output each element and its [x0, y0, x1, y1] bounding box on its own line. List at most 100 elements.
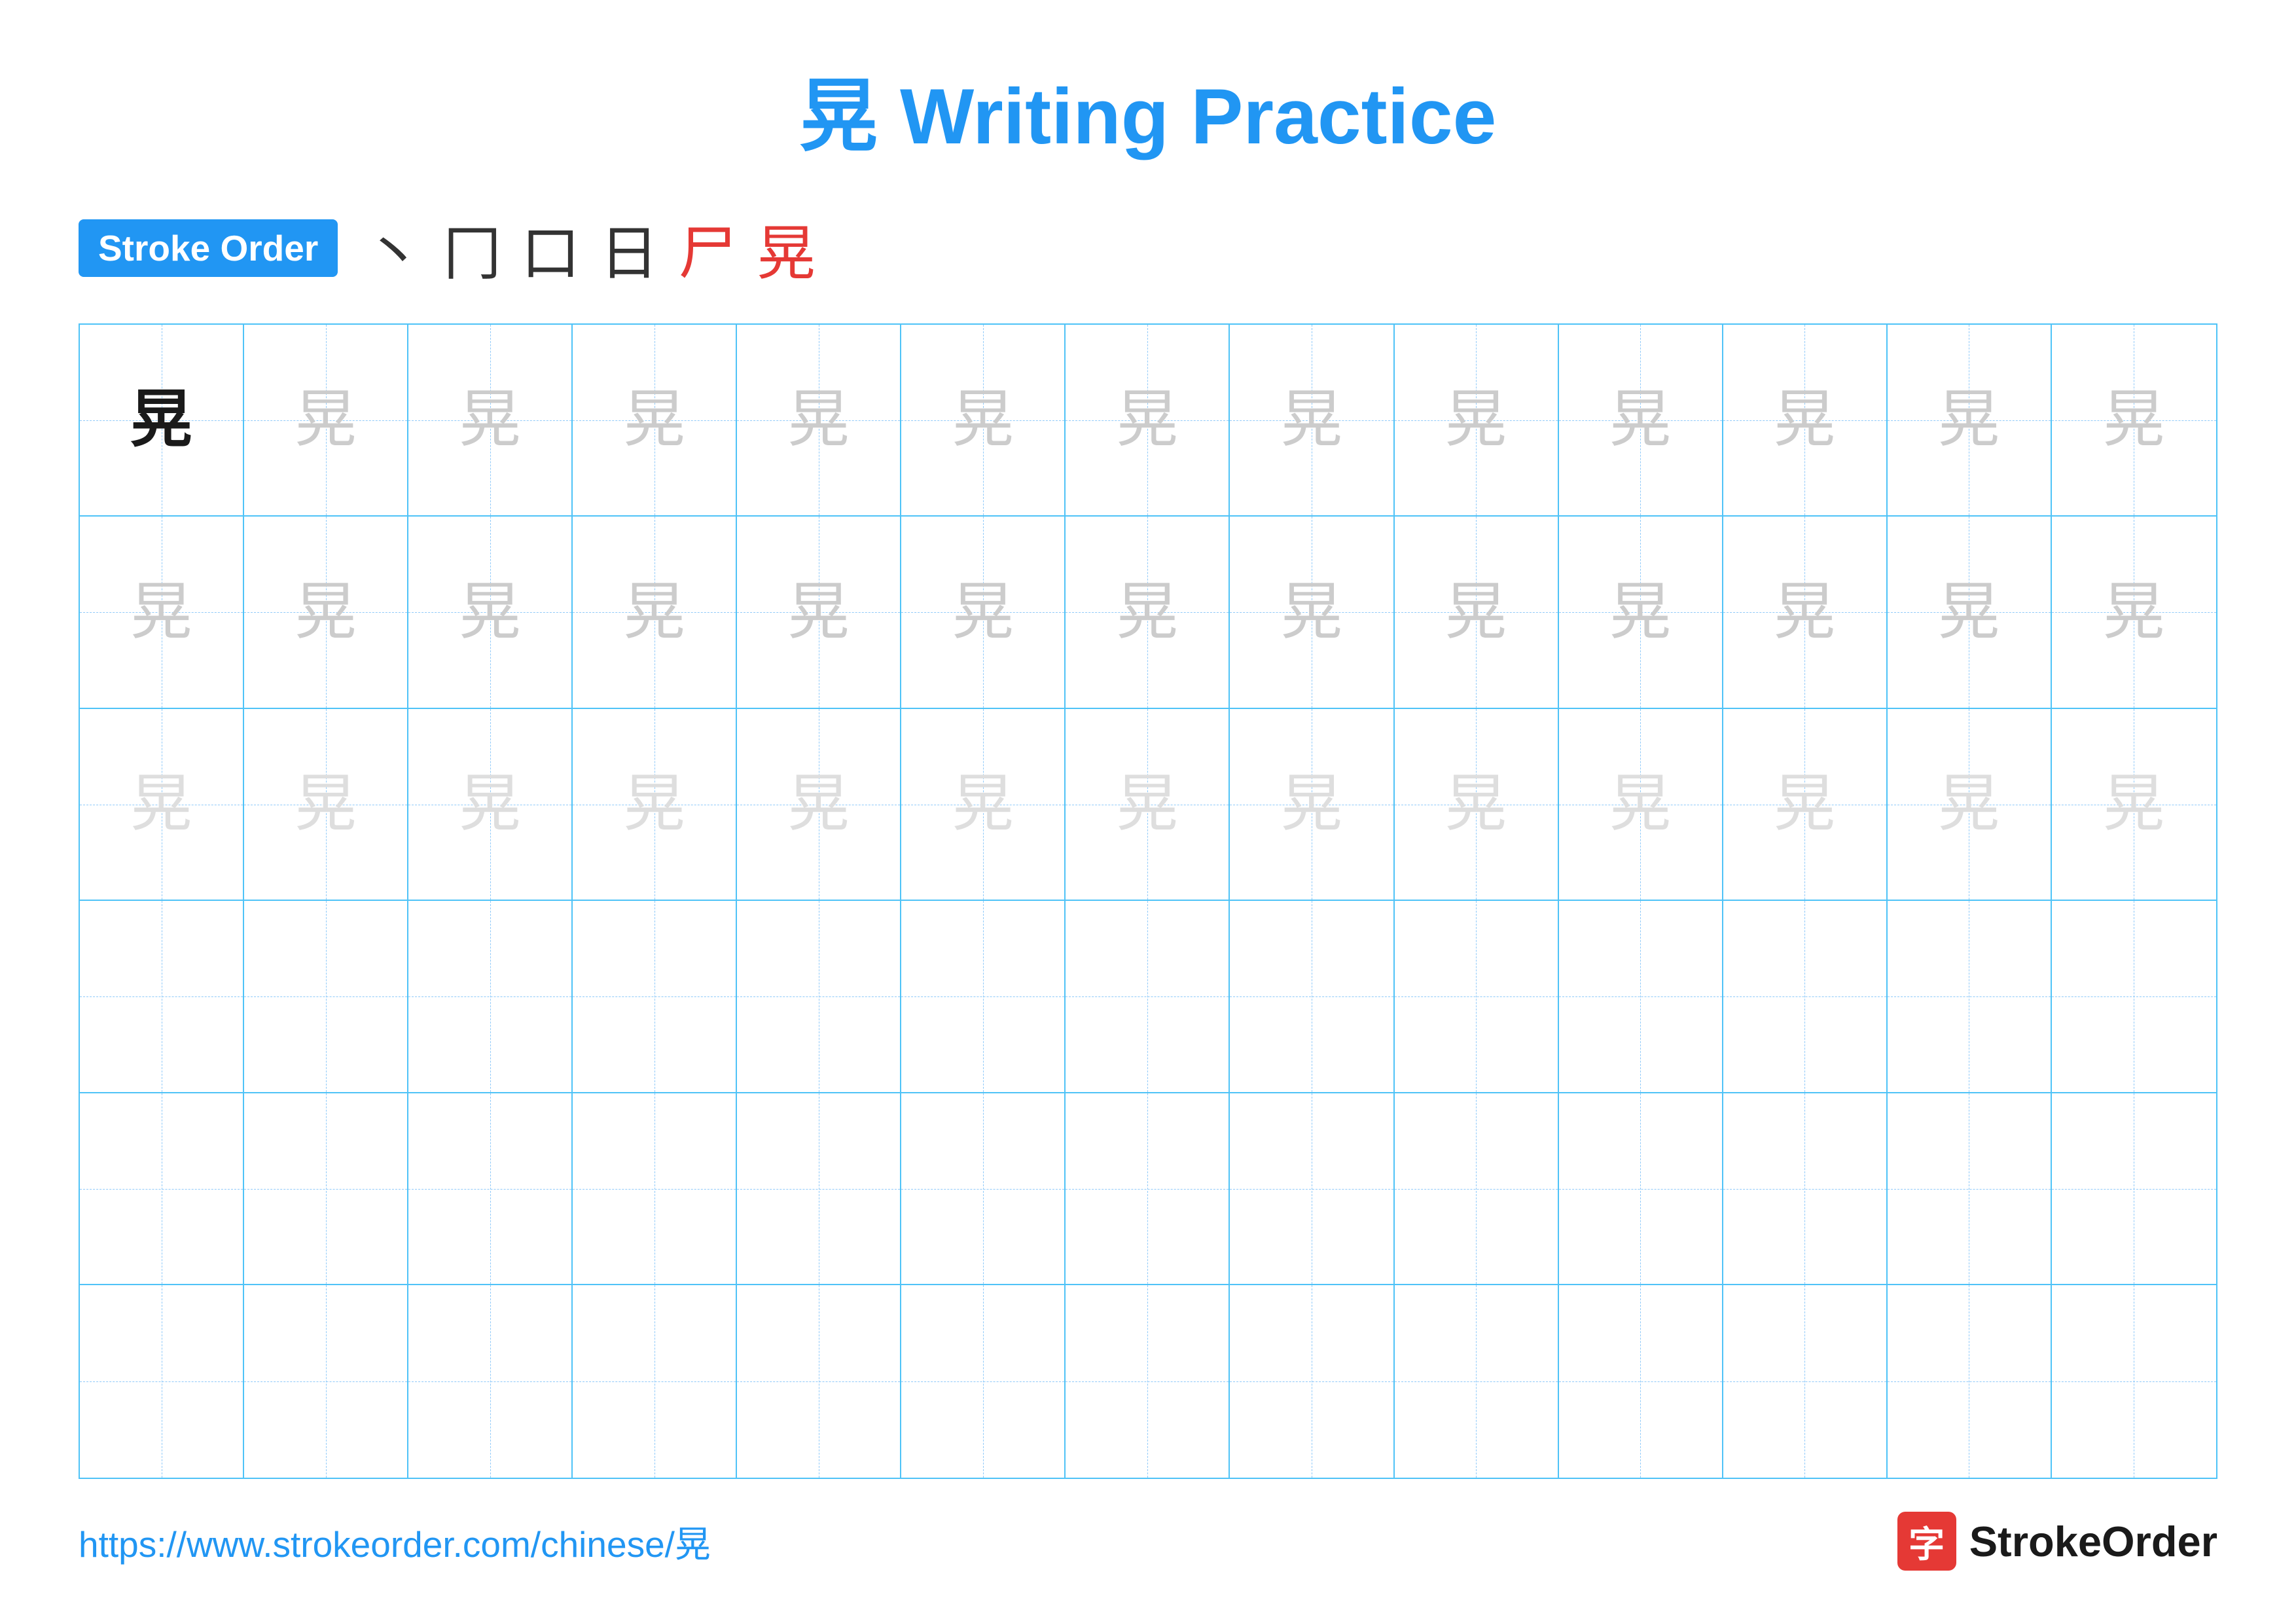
- stroke-2: 冂: [442, 206, 501, 291]
- grid-cell-3-2[interactable]: [408, 901, 573, 1091]
- grid-cell-5-0[interactable]: [80, 1285, 244, 1477]
- char-display: 晃: [1280, 581, 1342, 644]
- grid-cell-2-6[interactable]: 晃: [1066, 709, 1230, 900]
- grid-cell-5-8[interactable]: [1395, 1285, 1559, 1477]
- grid-cell-4-11[interactable]: [1888, 1093, 2052, 1284]
- grid-cell-1-6[interactable]: 晃: [1066, 517, 1230, 707]
- footer-url[interactable]: https://www.strokeorder.com/chinese/晃: [79, 1515, 711, 1567]
- grid-cell-1-5[interactable]: 晃: [901, 517, 1066, 707]
- grid-cell-1-11[interactable]: 晃: [1888, 517, 2052, 707]
- stroke-order-badge: Stroke Order: [79, 219, 338, 277]
- char-display: 晃: [952, 773, 1014, 835]
- grid-cell-1-12[interactable]: 晃: [2052, 517, 2216, 707]
- logo-icon: 字: [1897, 1512, 1956, 1571]
- grid-cell-5-11[interactable]: [1888, 1285, 2052, 1477]
- grid-cell-3-12[interactable]: [2052, 901, 2216, 1091]
- char-display: 晃: [787, 389, 850, 451]
- char-display: 晃: [1609, 389, 1672, 451]
- grid-cell-3-7[interactable]: [1230, 901, 1394, 1091]
- grid-cell-3-1[interactable]: [244, 901, 408, 1091]
- grid-cell-3-9[interactable]: [1559, 901, 1723, 1091]
- grid-cell-2-4[interactable]: 晃: [737, 709, 901, 900]
- grid-cell-5-6[interactable]: [1066, 1285, 1230, 1477]
- grid-cell-5-4[interactable]: [737, 1285, 901, 1477]
- grid-cell-3-5[interactable]: [901, 901, 1066, 1091]
- stroke-order-row: Stroke Order 丶 冂 口 日 尸 晃: [79, 206, 2217, 291]
- grid-cell-5-3[interactable]: [573, 1285, 737, 1477]
- grid-cell-4-2[interactable]: [408, 1093, 573, 1284]
- grid-cell-2-3[interactable]: 晃: [573, 709, 737, 900]
- grid-cell-1-10[interactable]: 晃: [1723, 517, 1888, 707]
- grid-row-1: 晃晃晃晃晃晃晃晃晃晃晃晃晃: [80, 517, 2216, 708]
- grid-row-0: 晃晃晃晃晃晃晃晃晃晃晃晃晃: [80, 325, 2216, 517]
- grid-cell-4-9[interactable]: [1559, 1093, 1723, 1284]
- stroke-6: 晃: [757, 206, 816, 291]
- grid-cell-1-9[interactable]: 晃: [1559, 517, 1723, 707]
- grid-cell-4-7[interactable]: [1230, 1093, 1394, 1284]
- grid-cell-2-5[interactable]: 晃: [901, 709, 1066, 900]
- grid-cell-3-8[interactable]: [1395, 901, 1559, 1091]
- grid-cell-0-10[interactable]: 晃: [1723, 325, 1888, 515]
- char-display: 晃: [1445, 581, 1507, 644]
- grid-cell-3-4[interactable]: [737, 901, 901, 1091]
- grid-cell-4-10[interactable]: [1723, 1093, 1888, 1284]
- grid-cell-3-3[interactable]: [573, 901, 737, 1091]
- char-display: 晃: [130, 581, 192, 644]
- grid-cell-1-4[interactable]: 晃: [737, 517, 901, 707]
- grid-cell-4-1[interactable]: [244, 1093, 408, 1284]
- grid-cell-0-8[interactable]: 晃: [1395, 325, 1559, 515]
- grid-cell-5-12[interactable]: [2052, 1285, 2216, 1477]
- grid-cell-4-6[interactable]: [1066, 1093, 1230, 1284]
- grid-cell-0-5[interactable]: 晃: [901, 325, 1066, 515]
- grid-cell-3-6[interactable]: [1066, 901, 1230, 1091]
- char-display: 晃: [1938, 773, 2000, 835]
- grid-cell-0-4[interactable]: 晃: [737, 325, 901, 515]
- stroke-4: 日: [600, 206, 658, 291]
- grid-cell-1-1[interactable]: 晃: [244, 517, 408, 707]
- grid-cell-2-12[interactable]: 晃: [2052, 709, 2216, 900]
- grid-cell-0-7[interactable]: 晃: [1230, 325, 1394, 515]
- grid-cell-0-2[interactable]: 晃: [408, 325, 573, 515]
- grid-cell-2-7[interactable]: 晃: [1230, 709, 1394, 900]
- grid-cell-3-0[interactable]: [80, 901, 244, 1091]
- grid-cell-0-9[interactable]: 晃: [1559, 325, 1723, 515]
- grid-cell-2-2[interactable]: 晃: [408, 709, 573, 900]
- grid-cell-0-12[interactable]: 晃: [2052, 325, 2216, 515]
- grid-cell-2-0[interactable]: 晃: [80, 709, 244, 900]
- grid-cell-2-9[interactable]: 晃: [1559, 709, 1723, 900]
- grid-cell-4-12[interactable]: [2052, 1093, 2216, 1284]
- grid-cell-0-3[interactable]: 晃: [573, 325, 737, 515]
- grid-cell-1-0[interactable]: 晃: [80, 517, 244, 707]
- grid-cell-3-11[interactable]: [1888, 901, 2052, 1091]
- char-display: 晃: [1280, 389, 1342, 451]
- grid-cell-2-11[interactable]: 晃: [1888, 709, 2052, 900]
- grid-cell-0-0[interactable]: 晃: [80, 325, 244, 515]
- grid-cell-4-5[interactable]: [901, 1093, 1066, 1284]
- char-display: 晃: [952, 389, 1014, 451]
- grid-cell-5-5[interactable]: [901, 1285, 1066, 1477]
- grid-cell-4-8[interactable]: [1395, 1093, 1559, 1284]
- grid-cell-1-8[interactable]: 晃: [1395, 517, 1559, 707]
- grid-cell-2-1[interactable]: 晃: [244, 709, 408, 900]
- grid-cell-1-3[interactable]: 晃: [573, 517, 737, 707]
- grid-cell-0-1[interactable]: 晃: [244, 325, 408, 515]
- char-display: 晃: [1938, 389, 2000, 451]
- grid-cell-5-2[interactable]: [408, 1285, 573, 1477]
- grid-cell-2-8[interactable]: 晃: [1395, 709, 1559, 900]
- footer-logo: 字 StrokeOrder: [1897, 1512, 2217, 1571]
- grid-cell-4-3[interactable]: [573, 1093, 737, 1284]
- grid-cell-2-10[interactable]: 晃: [1723, 709, 1888, 900]
- grid-cell-4-0[interactable]: [80, 1093, 244, 1284]
- char-display: 晃: [1445, 389, 1507, 451]
- grid-cell-5-7[interactable]: [1230, 1285, 1394, 1477]
- char-display: 晃: [1774, 773, 1836, 835]
- grid-cell-5-1[interactable]: [244, 1285, 408, 1477]
- grid-cell-1-2[interactable]: 晃: [408, 517, 573, 707]
- grid-cell-5-10[interactable]: [1723, 1285, 1888, 1477]
- grid-cell-3-10[interactable]: [1723, 901, 1888, 1091]
- grid-cell-0-6[interactable]: 晃: [1066, 325, 1230, 515]
- grid-cell-4-4[interactable]: [737, 1093, 901, 1284]
- grid-cell-0-11[interactable]: 晃: [1888, 325, 2052, 515]
- grid-cell-5-9[interactable]: [1559, 1285, 1723, 1477]
- grid-cell-1-7[interactable]: 晃: [1230, 517, 1394, 707]
